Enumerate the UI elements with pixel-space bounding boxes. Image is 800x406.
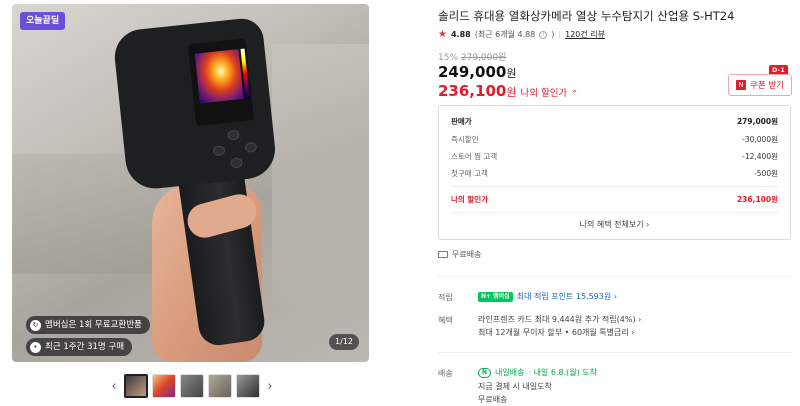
rating-row: ★ 4.88 (최근 6개월 4.88 i ) | 120건 리뷰 <box>438 29 606 40</box>
thumbnail[interactable] <box>180 374 204 398</box>
review-link[interactable]: 120건 리뷰 <box>565 29 605 40</box>
thumbnail[interactable] <box>236 374 260 398</box>
price-breakdown: 판매가 279,000원 즉시할인 -30,000원 스토어 찜 고객 -12,… <box>438 105 791 240</box>
delivery-badge: N <box>478 367 492 378</box>
points-row[interactable]: N+ 멤버십 최대 적립 포인트 15,593원 › <box>478 291 617 302</box>
thumbnail[interactable] <box>124 374 148 398</box>
today-deal-badge: 오늘끝딜 <box>20 12 66 30</box>
coupon-button[interactable]: N 쿠폰 받기 <box>728 74 792 96</box>
benefit-label: 혜택 <box>438 316 453 325</box>
delivery-fee: 무료배송 <box>478 395 508 404</box>
sale-price: 249,000원 <box>438 63 517 81</box>
breakdown-row-total: 나의 할인가 236,100원 <box>451 194 778 204</box>
camera-buttons <box>203 127 267 173</box>
product-title: 솔리드 휴대용 열화상카메라 열상 누수탐지기 산업용 S-HT24 <box>438 9 735 23</box>
my-discount-price[interactable]: 236,100원 나의 할인가 ⌃ <box>438 82 578 100</box>
divider <box>438 276 791 277</box>
thermal-camera-image <box>112 16 278 192</box>
chevron-left-icon[interactable]: ‹ <box>108 379 120 394</box>
product-main-image[interactable]: 오늘끝딜 ↻ 멤버십은 1회 무료교환반품 • 최근 1주간 31명 구매 1/… <box>12 4 369 362</box>
naver-n-icon: N <box>736 80 746 90</box>
background-shelf-right <box>272 44 369 304</box>
thumbnail[interactable] <box>208 374 232 398</box>
free-shipping-note: 무료배송 <box>438 249 481 260</box>
info-icon[interactable]: i <box>539 30 548 39</box>
thumbnail[interactable] <box>152 374 176 398</box>
product-info: 솔리드 휴대용 열화상카메라 열상 누수탐지기 산업용 S-HT24 ★ 4.8… <box>438 0 800 406</box>
cart-icon: • <box>30 341 41 353</box>
purchase-count-chip: • 최근 1주간 31명 구매 <box>26 338 133 356</box>
delivery-row: N 내일배송 · 내일 6.8.(월) 도착 <box>478 367 597 378</box>
breakdown-row: 즉시할인 -30,000원 <box>451 134 778 144</box>
chevron-up-icon[interactable]: ⌃ <box>571 89 578 98</box>
star-icon: ★ <box>438 29 447 40</box>
truck-icon <box>438 251 448 258</box>
delivery-label: 배송 <box>438 369 453 378</box>
return-policy-chip: ↻ 멤버십은 1회 무료교환반품 <box>26 316 150 334</box>
thumbnail-strip: ‹ › <box>108 372 276 400</box>
breakdown-row: 첫구매 고객 -500원 <box>451 168 778 178</box>
divider <box>451 186 778 187</box>
points-label: 적립 <box>438 293 453 302</box>
membership-badge: N+ 멤버십 <box>478 291 513 302</box>
breakdown-row: 스토어 찜 고객 -12,400원 <box>451 151 778 161</box>
camera-screen <box>187 38 254 126</box>
card-benefit-link[interactable]: 라인프렌즈 카드 최대 9,444원 추가 적립(4%) › <box>478 314 641 325</box>
chevron-right-icon[interactable]: › <box>264 379 276 394</box>
refresh-icon: ↻ <box>30 319 41 331</box>
delivery-note: 지금 결제 시 내일도착 <box>478 382 552 391</box>
divider <box>451 212 778 213</box>
discount-row: 15% 279,000원 <box>438 53 507 63</box>
view-all-benefits-link[interactable]: 나의 혜택 전체보기 › <box>439 219 790 230</box>
divider <box>438 352 791 353</box>
breakdown-row: 판매가 279,000원 <box>451 116 778 126</box>
page-indicator: 1/12 <box>329 334 359 350</box>
installment-link[interactable]: 최대 12개월 무이자 할부 • 60개월 특별금리 › <box>478 327 634 338</box>
